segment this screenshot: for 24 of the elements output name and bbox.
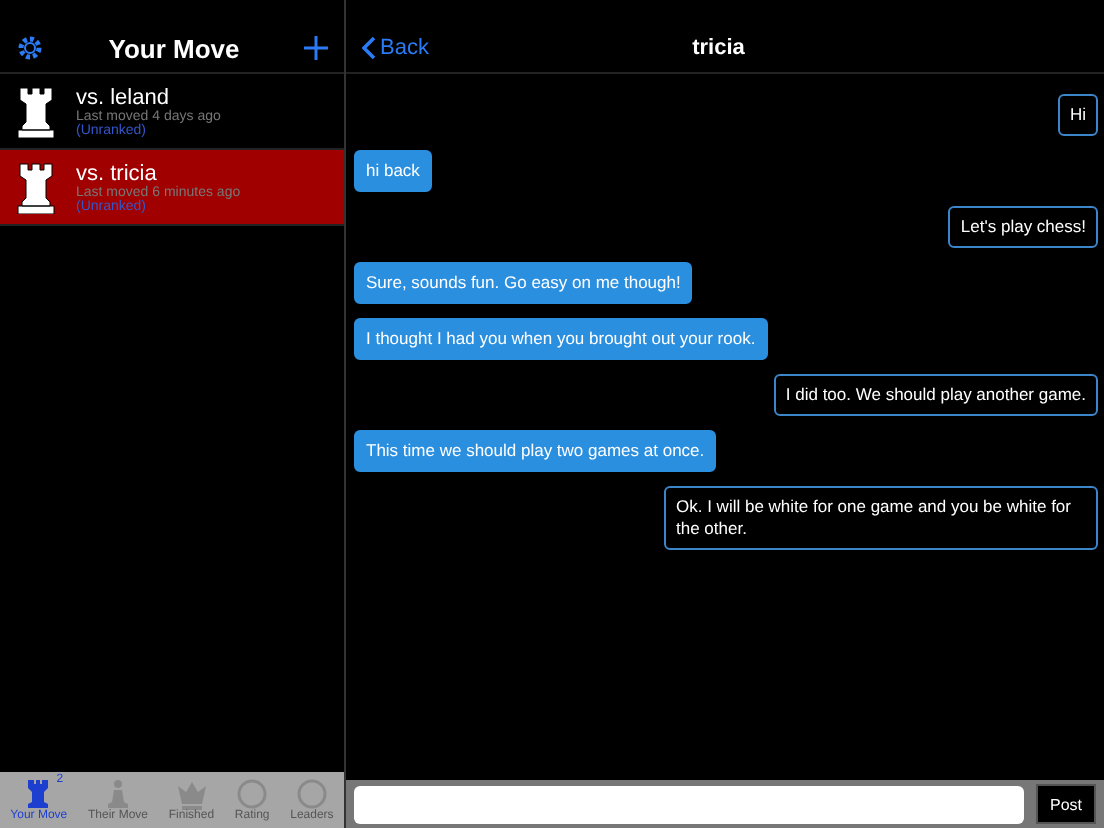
chevron-left-icon: [362, 36, 376, 60]
circle-icon: [295, 778, 328, 810]
opponent-name: vs. tricia: [76, 161, 159, 185]
pawn-icon: [102, 778, 134, 810]
chat-title: tricia: [692, 36, 745, 60]
back-button[interactable]: Back: [362, 36, 429, 60]
crown-icon: [175, 778, 208, 810]
message-bubble: Sure, sounds fun. Go easy on me though!: [354, 262, 693, 304]
message-bubble: Ok. I will be white for one game and you be white for the other.: [664, 486, 1098, 550]
message-bubble: I thought I had you when you brought out your rook.: [354, 318, 768, 360]
settings-icon[interactable]: [16, 34, 44, 62]
circle-icon: [236, 778, 269, 810]
header-title: Your Move: [108, 33, 240, 63]
rook-icon: [16, 85, 56, 137]
rook-icon: [16, 161, 56, 213]
message-bubble: This time we should play two games at once.: [354, 430, 717, 472]
message-bubble: I did too. We should play another game.: [773, 374, 1098, 416]
message-field[interactable]: [354, 785, 1024, 823]
opponent-name: vs. leland: [76, 85, 171, 109]
add-icon[interactable]: [304, 36, 328, 60]
post-button[interactable]: Post: [1035, 784, 1096, 824]
message-bubble: Let's play chess!: [948, 206, 1098, 248]
message-bubble: hi back: [354, 150, 432, 192]
message-bubble: Hi: [1057, 94, 1098, 136]
